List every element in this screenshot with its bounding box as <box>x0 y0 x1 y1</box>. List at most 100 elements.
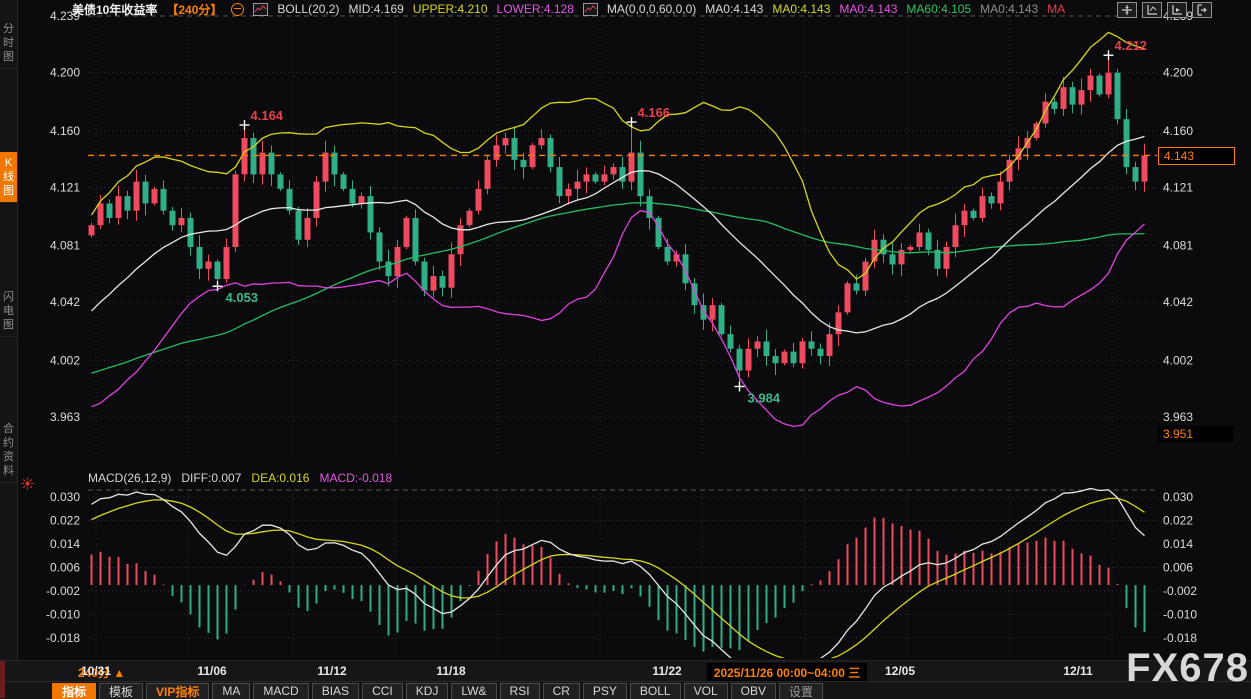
sidebar-tab-1[interactable]: 分时图 <box>0 18 17 69</box>
header-segment-14: MA0:4.143 <box>980 2 1038 16</box>
svg-text:4.121: 4.121 <box>1163 180 1193 194</box>
toolbar-button-14[interactable]: VOL <box>684 683 728 699</box>
svg-text:0.006: 0.006 <box>50 561 80 575</box>
zoom-chart-icon[interactable] <box>1142 2 1162 18</box>
selected-candle-date: 2025/11/26 00:00~04:00 三 <box>707 663 867 682</box>
toolbar-button-2[interactable]: 模板 <box>99 683 143 699</box>
svg-text:0.014: 0.014 <box>1163 537 1193 551</box>
toolbar-button-6[interactable]: BIAS <box>312 683 359 699</box>
sidebar-tab-char: 时 <box>3 36 14 50</box>
header-segment-12: MA0:4.143 <box>839 2 897 16</box>
sidebar-tab-char: 线 <box>3 170 14 184</box>
header-segment-9: MA(0,0,0,60,0,0) <box>607 2 696 16</box>
date-label-2: 11/06 <box>197 664 226 678</box>
sidebar-tab-char: 分 <box>3 22 14 36</box>
svg-text:4.200: 4.200 <box>50 66 80 80</box>
svg-text:-0.002: -0.002 <box>46 584 80 598</box>
toolbar-button-9[interactable]: LW& <box>451 683 496 699</box>
header-segment-0: 美债10年收益率 <box>72 1 157 18</box>
svg-text:-0.018: -0.018 <box>1163 631 1197 645</box>
svg-text:4.053: 4.053 <box>226 290 259 305</box>
header-segment-1: 【240分】 <box>166 1 222 18</box>
indicator-toolbar: 指标模板VIP指标MAMACDBIASCCIKDJLW&RSICRPSYBOLL… <box>0 681 1251 699</box>
header-segment-5: MID:4.169 <box>348 2 403 16</box>
macd-header-segment-2: DEA:0.016 <box>251 471 309 486</box>
svg-text:4.002: 4.002 <box>1163 353 1193 367</box>
macd-header: MACD(26,12,9)DIFF:0.007DEA:0.016MACD:-0.… <box>88 471 392 486</box>
chart-canvas[interactable]: 4.2394.2394.2004.2004.1604.1604.1214.121… <box>0 0 1251 699</box>
svg-text:4.212: 4.212 <box>1115 38 1148 53</box>
svg-text:4.160: 4.160 <box>50 124 80 138</box>
toolbar-button-4[interactable]: MA <box>212 683 250 699</box>
sidebar-tab-char: 图 <box>3 184 14 198</box>
sidebar-tab-char: 图 <box>3 318 14 332</box>
header-segment-11: MA0:4.143 <box>772 2 830 16</box>
svg-text:4.166: 4.166 <box>638 105 671 120</box>
sidebar-tab-char: 闪 <box>3 290 14 304</box>
date-label-4: 11/18 <box>436 664 465 678</box>
toolbar-button-13[interactable]: BOLL <box>630 683 681 699</box>
toolbar-button-8[interactable]: KDJ <box>406 683 449 699</box>
svg-text:4.200: 4.200 <box>1163 66 1193 80</box>
date-label-7: 12/11 <box>1063 664 1092 678</box>
svg-text:4.042: 4.042 <box>50 295 80 309</box>
svg-text:0.030: 0.030 <box>50 490 80 504</box>
expand-right-icon[interactable] <box>1192 2 1212 18</box>
svg-text:4.002: 4.002 <box>50 353 80 367</box>
date-axis: 240分 ▲ 10/3111/0611/1211/1811/2212/0512/… <box>0 660 1251 682</box>
svg-text:4.160: 4.160 <box>1163 124 1193 138</box>
toolbar-button-1[interactable]: 指标 <box>52 683 96 699</box>
toolbar-button-11[interactable]: CR <box>543 683 580 699</box>
svg-text:-0.010: -0.010 <box>46 608 80 622</box>
sidebar-tab-char: K <box>5 156 12 170</box>
svg-text:-0.010: -0.010 <box>1163 608 1197 622</box>
macd-header-segment-0: MACD(26,12,9) <box>88 471 171 486</box>
sidebar-tab-3[interactable]: 闪电图 <box>0 286 17 337</box>
brand-watermark: FX678 <box>1126 648 1249 688</box>
svg-text:4.164: 4.164 <box>251 108 284 123</box>
bottom-left-accent <box>0 661 5 698</box>
svg-text:0.022: 0.022 <box>1163 514 1193 528</box>
header-segment-15: MA <box>1047 2 1065 16</box>
svg-text:4.042: 4.042 <box>1163 295 1193 309</box>
toolbar-button-10[interactable]: RSI <box>500 683 540 699</box>
svg-text:-0.002: -0.002 <box>1163 584 1197 598</box>
chart-toolbar <box>1117 2 1212 18</box>
header-segment-7: LOWER:4.128 <box>497 2 574 16</box>
lower-extreme-badge: 3.951 <box>1158 426 1233 442</box>
svg-text:3.963: 3.963 <box>50 410 80 424</box>
svg-text:0.030: 0.030 <box>1163 490 1193 504</box>
header-segment-13: MA60:4.105 <box>906 2 971 16</box>
sidebar-tab-char: 资 <box>3 450 14 464</box>
svg-text:3.963: 3.963 <box>1163 410 1193 424</box>
crosshair-icon[interactable] <box>1117 2 1137 18</box>
toolbar-button-16[interactable]: 设置 <box>779 683 823 699</box>
toolbar-button-5[interactable]: MACD <box>253 683 308 699</box>
sidebar-tab-char: 料 <box>3 464 14 478</box>
macd-settings-icon[interactable] <box>21 477 34 490</box>
svg-text:-0.018: -0.018 <box>46 631 80 645</box>
sidebar-tab-4[interactable]: 合约资料 <box>0 418 17 483</box>
sidebar-tab-char: 电 <box>3 304 14 318</box>
current-price-badge: 4.143 <box>1158 147 1235 165</box>
date-label-1: 10/31 <box>81 664 111 678</box>
toolbar-button-3[interactable]: VIP指标 <box>146 683 209 699</box>
toolbar-button-12[interactable]: PSY <box>583 683 627 699</box>
sidebar-tab-char: 约 <box>3 436 14 450</box>
indicator-chart-icon <box>583 3 598 16</box>
indicator-chart-icon <box>253 3 268 16</box>
toolbar-button-15[interactable]: OBV <box>731 683 776 699</box>
header-segment-4: BOLL(20,2) <box>277 2 339 16</box>
svg-text:4.081: 4.081 <box>1163 239 1193 253</box>
trading-app-window: 4.2394.2394.2004.2004.1604.1604.1214.121… <box>0 0 1251 699</box>
svg-text:0.022: 0.022 <box>50 514 80 528</box>
minus-circle-icon[interactable] <box>231 3 244 16</box>
play-chart-icon[interactable] <box>1167 2 1187 18</box>
toolbar-button-7[interactable]: CCI <box>362 683 403 699</box>
header-segment-10: MA0:4.143 <box>705 2 763 16</box>
sidebar-tab-2[interactable]: K线图 <box>0 152 17 203</box>
sidebar: 分时图K线图闪电图合约资料 <box>0 0 18 660</box>
indicator-header: 美债10年收益率【240分】BOLL(20,2)MID:4.169UPPER:4… <box>72 1 1065 17</box>
svg-text:4.081: 4.081 <box>50 239 80 253</box>
svg-text:3.984: 3.984 <box>748 390 781 405</box>
